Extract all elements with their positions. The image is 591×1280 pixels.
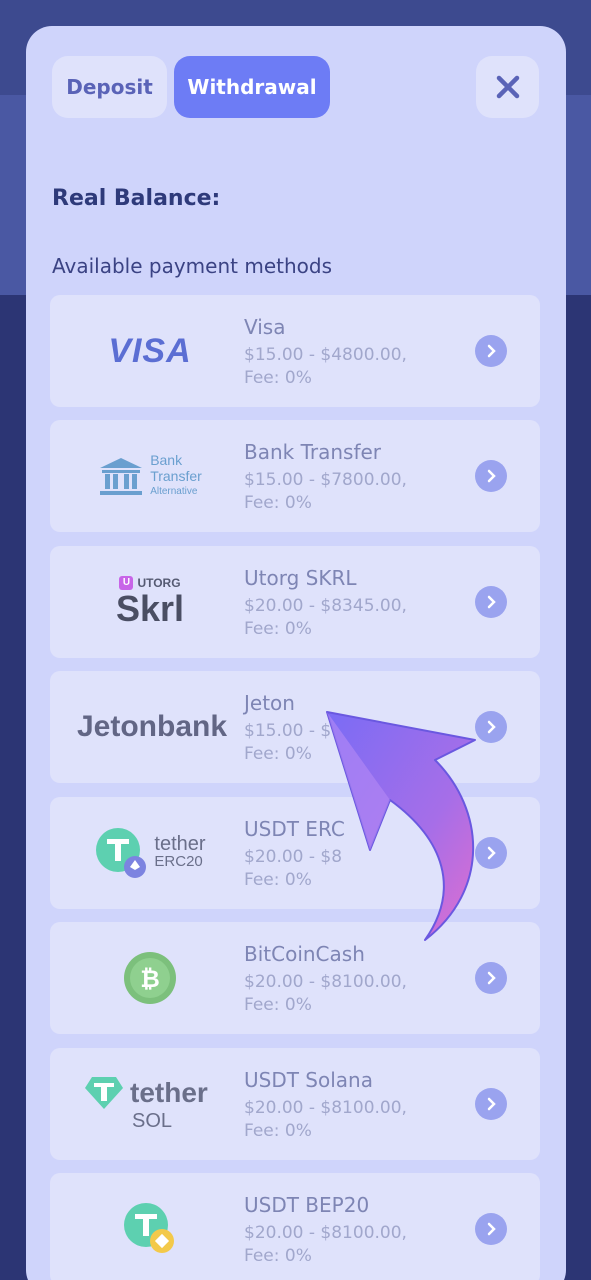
withdrawal-modal: Deposit Withdrawal Real Balance: Availab… [26,26,566,1280]
method-fee: Fee: 0% [244,493,312,513]
method-name: USDT ERC [244,817,345,841]
bitcoin-cash-icon: ₿ [124,952,176,1004]
method-fee: Fee: 0% [244,995,312,1015]
skrl-label: Skrl [115,588,185,629]
bank-logo-line2: Transfer [150,468,202,484]
chevron-right-icon[interactable] [475,335,507,367]
bank-logo-line3: Alternative [150,486,198,497]
method-fee: Fee: 0% [244,1121,312,1141]
tab-withdrawal[interactable]: Withdrawal [174,56,330,118]
method-fee: Fee: 0% [244,368,312,388]
chevron-right-icon[interactable] [475,1213,507,1245]
chevron-right-icon[interactable] [475,962,507,994]
tether-sol-logo: tether SOL [50,1048,250,1160]
svg-text:₿: ₿ [140,965,160,993]
erc20-label: ERC20 [154,853,203,870]
method-range: $20.00 - $8 [244,847,343,867]
tether-erc20-logo: tether ERC20 [50,797,250,909]
sol-label: SOL [132,1109,173,1132]
tab-bar: Deposit Withdrawal [52,56,330,118]
tether-bep20-icon [124,1203,174,1253]
payment-method-bank-transfer[interactable]: Bank Transfer Alternative Bank Transfer … [50,420,540,532]
chevron-right-icon[interactable] [475,460,507,492]
bank-logo-line1: Bank [150,452,183,468]
close-button[interactable] [476,56,539,118]
tether-label: tether [154,833,206,855]
visa-logo: VISA [108,331,192,370]
method-fee: Fee: 0% [244,870,312,890]
method-name: BitCoinCash [244,942,365,966]
payment-method-visa[interactable]: VISA Visa $15.00 - $4800.00, Fee: 0% [50,295,540,407]
chevron-right-icon[interactable] [475,586,507,618]
method-fee: Fee: 0% [244,619,312,639]
chevron-right-icon[interactable] [475,1088,507,1120]
chevron-right-icon[interactable] [475,837,507,869]
method-fee: Fee: 0% [244,1246,312,1266]
payment-method-usdt-erc20[interactable]: tether ERC20 USDT ERC $20.00 - $8 Fee: 0… [50,797,540,909]
tether-icon [96,828,147,878]
tab-deposit[interactable]: Deposit [52,56,167,118]
payment-method-jeton[interactable]: Jetonbank Jeton $15.00 - $ Fee: 0% [50,671,540,783]
payment-methods-heading: Available payment methods [52,254,332,278]
jetonbank-logo: Jetonbank [76,710,228,743]
method-range: $20.00 - $8100.00, [244,972,407,992]
payment-method-bitcoincash[interactable]: ₿ BitCoinCash $20.00 - $8100.00, Fee: 0% [50,922,540,1034]
method-name: USDT BEP20 [244,1193,370,1217]
tether-label: tether [130,1076,208,1108]
bank-icon [100,458,143,495]
bitcoin-cash-logo: ₿ [50,922,250,1034]
method-range: $15.00 - $ [244,721,332,741]
method-range: $15.00 - $7800.00, [244,470,407,490]
method-range: $15.00 - $4800.00, [244,345,407,365]
close-icon [496,75,519,99]
method-name: USDT Solana [244,1068,373,1092]
payment-method-utorg-skrl[interactable]: U UTORG Skrl Utorg SKRL $20.00 - $8345.0… [50,546,540,658]
method-range: $20.00 - $8345.00, [244,596,407,616]
bank-transfer-logo: Bank Transfer Alternative [50,420,250,532]
payment-method-usdt-solana[interactable]: tether SOL USDT Solana $20.00 - $8100.00… [50,1048,540,1160]
real-balance-label: Real Balance: [52,186,221,211]
method-range: $20.00 - $8100.00, [244,1098,407,1118]
method-name: Visa [244,315,286,339]
utorg-logo: U UTORG Skrl [50,546,250,658]
method-name: Jeton [244,691,295,715]
method-fee: Fee: 0% [244,744,312,764]
method-name: Bank Transfer [244,440,382,464]
tether-bep20-logo [50,1173,250,1280]
method-range: $20.00 - $8100.00, [244,1223,407,1243]
tether-icon [85,1076,123,1109]
method-name: Utorg SKRL [244,566,357,590]
chevron-right-icon[interactable] [475,711,507,743]
payment-method-usdt-bep20[interactable]: USDT BEP20 $20.00 - $8100.00, Fee: 0% [50,1173,540,1280]
